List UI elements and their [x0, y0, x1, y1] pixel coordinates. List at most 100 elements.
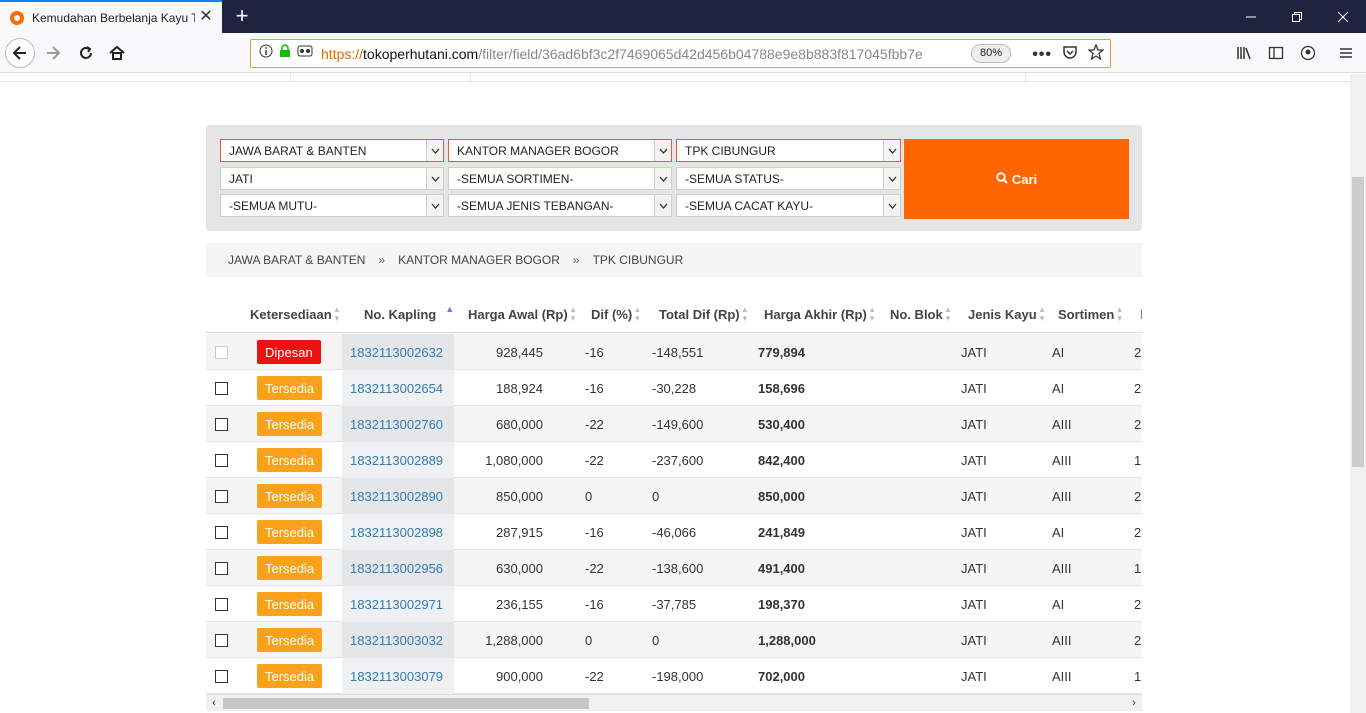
browser-tab[interactable]: Kemudahan Berbelanja Kayu Te ✕ [0, 0, 222, 33]
table-row: Tersedia 1832113002760 680,000 -22 -149,600 5… [206, 406, 1142, 442]
cell-harga-akhir: 779,894 [758, 344, 805, 360]
restore-icon[interactable] [1274, 0, 1320, 33]
header-jenis-kayu[interactable]: Jenis Kayu ▴ ▾ [968, 295, 1044, 333]
scroll-left-icon[interactable]: ‹ [207, 697, 221, 710]
back-icon[interactable] [5, 38, 35, 68]
search-icon [996, 171, 1008, 187]
cell-no-kapling[interactable]: 1832113002956 [350, 550, 443, 586]
cell-harga-awal: 850,000 [496, 488, 543, 504]
sort-icon: ▴ ▾ [334, 304, 340, 323]
account-icon[interactable] [1293, 38, 1323, 68]
cell-no-kapling[interactable]: 1832113003032 [350, 622, 443, 658]
cell-next-column: 2 [1134, 524, 1142, 540]
cell-sortimen: AIII [1052, 452, 1072, 468]
cell-jenis-kayu: JATI [961, 344, 987, 360]
vertical-scroll-thumb[interactable] [1352, 177, 1364, 467]
sidebar-icon[interactable] [1261, 38, 1291, 68]
row-checkbox[interactable] [215, 453, 228, 467]
table-header: Ketersediaan ▴ ▾ No. Kapling ▲ Harga Awal (… [206, 295, 1142, 333]
url-text[interactable]: https://tokoperhutani.com/filter/field/3… [321, 46, 941, 62]
cell-ketersediaan: Tersedia [257, 658, 323, 694]
row-checkbox[interactable] [215, 633, 228, 647]
site-favicon-icon [10, 10, 24, 25]
cell-ketersediaan: Tersedia [257, 406, 323, 442]
menu-icon[interactable] [1331, 38, 1361, 68]
region-select[interactable]: JAWA BARAT & BANTEN [220, 139, 444, 162]
scroll-right-icon[interactable]: › [1127, 697, 1141, 710]
row-checkbox[interactable] [215, 561, 228, 575]
pocket-icon[interactable] [1062, 44, 1078, 65]
cell-no-kapling[interactable]: 1832113002760 [350, 406, 443, 442]
sortimen-select[interactable]: -SEMUA SORTIMEN- [448, 167, 672, 190]
logging-type-select[interactable]: -SEMUA JENIS TEBANGAN- [448, 194, 672, 217]
cell-total-dif: -138,600 [652, 560, 704, 576]
cell-harga-akhir: 198,370 [758, 596, 805, 612]
row-checkbox[interactable] [215, 417, 228, 431]
cell-no-kapling[interactable]: 1832113003079 [350, 658, 443, 694]
home-icon[interactable] [102, 38, 132, 68]
page-actions-icon[interactable]: ••• [1032, 46, 1052, 64]
breadcrumb-item[interactable]: KANTOR MANAGER BOGOR [398, 253, 560, 267]
quality-select[interactable]: -SEMUA MUTU- [220, 194, 444, 217]
horizontal-scroll-thumb[interactable] [223, 698, 589, 709]
table-row: Tersedia 1832113003032 1,288,000 0 0 1,288,00… [206, 622, 1142, 658]
header-ketersediaan[interactable]: Ketersediaan ▴ ▾ [250, 295, 339, 333]
cell-no-kapling[interactable]: 1832113002654 [350, 370, 443, 406]
cell-no-kapling[interactable]: 1832113002971 [350, 586, 443, 622]
kph-select[interactable]: KANTOR MANAGER BOGOR [448, 139, 672, 162]
vertical-scrollbar[interactable] [1350, 74, 1366, 713]
cell-no-kapling[interactable]: 1832113002889 [350, 442, 443, 478]
cell-sortimen: AIII [1052, 488, 1072, 504]
cell-no-kapling[interactable]: 1832113002632 [350, 334, 443, 370]
header-harga-awal[interactable]: Harga Awal (Rp) ▴ ▾ [468, 295, 575, 333]
row-checkbox[interactable] [215, 597, 228, 611]
library-icon[interactable] [1229, 38, 1259, 68]
cell-harga-awal: 680,000 [496, 416, 543, 432]
wood-type-select[interactable]: JATI [220, 167, 444, 190]
search-button-label: Cari [1011, 171, 1038, 187]
search-button[interactable]: Cari [904, 139, 1129, 219]
permissions-icon[interactable] [297, 44, 313, 63]
row-checkbox[interactable] [215, 381, 228, 395]
status-badge: Tersedia [257, 412, 323, 436]
cell-total-dif: -37,785 [652, 596, 697, 612]
info-icon[interactable] [259, 44, 273, 63]
status-select[interactable]: -SEMUA STATUS- [676, 167, 901, 190]
sort-icon: ▴ ▾ [635, 304, 640, 323]
header-no-kapling[interactable]: No. Kapling ▲ [364, 295, 454, 333]
row-checkbox[interactable] [215, 525, 228, 539]
cell-total-dif: -198,000 [652, 668, 704, 684]
cell-sortimen: AIII [1052, 560, 1072, 576]
cell-total-dif: 0 [652, 632, 660, 648]
breadcrumb: JAWA BARAT & BANTEN » KANTOR MANAGER BOG… [206, 243, 1142, 277]
header-total-dif[interactable]: Total Dif (Rp) ▴ ▾ [659, 295, 747, 333]
wood-defect-select[interactable]: -SEMUA CACAT KAYU- [676, 194, 901, 217]
breadcrumb-item[interactable]: TPK CIBUNGUR [593, 253, 684, 267]
header-no-blok[interactable]: No. Blok ▴ ▾ [890, 295, 950, 333]
secure-lock-icon[interactable] [279, 44, 291, 63]
table-row: Tersedia 1832113002898 287,915 -16 -46,066 24… [206, 514, 1142, 550]
forward-icon[interactable] [38, 38, 68, 68]
tpk-select[interactable]: TPK CIBUNGUR [676, 139, 901, 162]
header-sortimen[interactable]: Sortimen ▴ ▾ [1058, 295, 1122, 333]
breadcrumb-item[interactable]: JAWA BARAT & BANTEN [228, 253, 365, 267]
row-checkbox[interactable] [215, 489, 228, 503]
reload-icon[interactable] [71, 38, 101, 68]
chevron-down-icon [654, 140, 671, 161]
horizontal-scrollbar[interactable]: ‹ › [206, 694, 1142, 711]
bookmark-star-icon[interactable] [1087, 43, 1105, 65]
new-tab-icon[interactable]: + [230, 4, 254, 28]
minimize-icon[interactable] [1228, 0, 1274, 33]
table-row: Tersedia 1832113003079 900,000 -22 -198,000 7… [206, 658, 1142, 694]
close-tab-icon[interactable]: ✕ [198, 9, 214, 25]
cell-sortimen: AIII [1052, 416, 1072, 432]
cell-no-kapling[interactable]: 1832113002898 [350, 514, 443, 550]
zoom-level-badge[interactable]: 80% [971, 44, 1012, 63]
row-checkbox[interactable] [215, 669, 228, 683]
header-harga-akhir[interactable]: Harga Akhir (Rp) ▴ ▾ [764, 295, 874, 333]
close-window-icon[interactable] [1320, 0, 1366, 33]
cell-no-kapling[interactable]: 1832113002890 [350, 478, 443, 514]
address-bar[interactable]: https://tokoperhutani.com/filter/field/3… [250, 39, 1111, 68]
status-badge: Dipesan [257, 340, 321, 364]
header-dif[interactable]: Dif (%) ▴ ▾ [591, 295, 640, 333]
